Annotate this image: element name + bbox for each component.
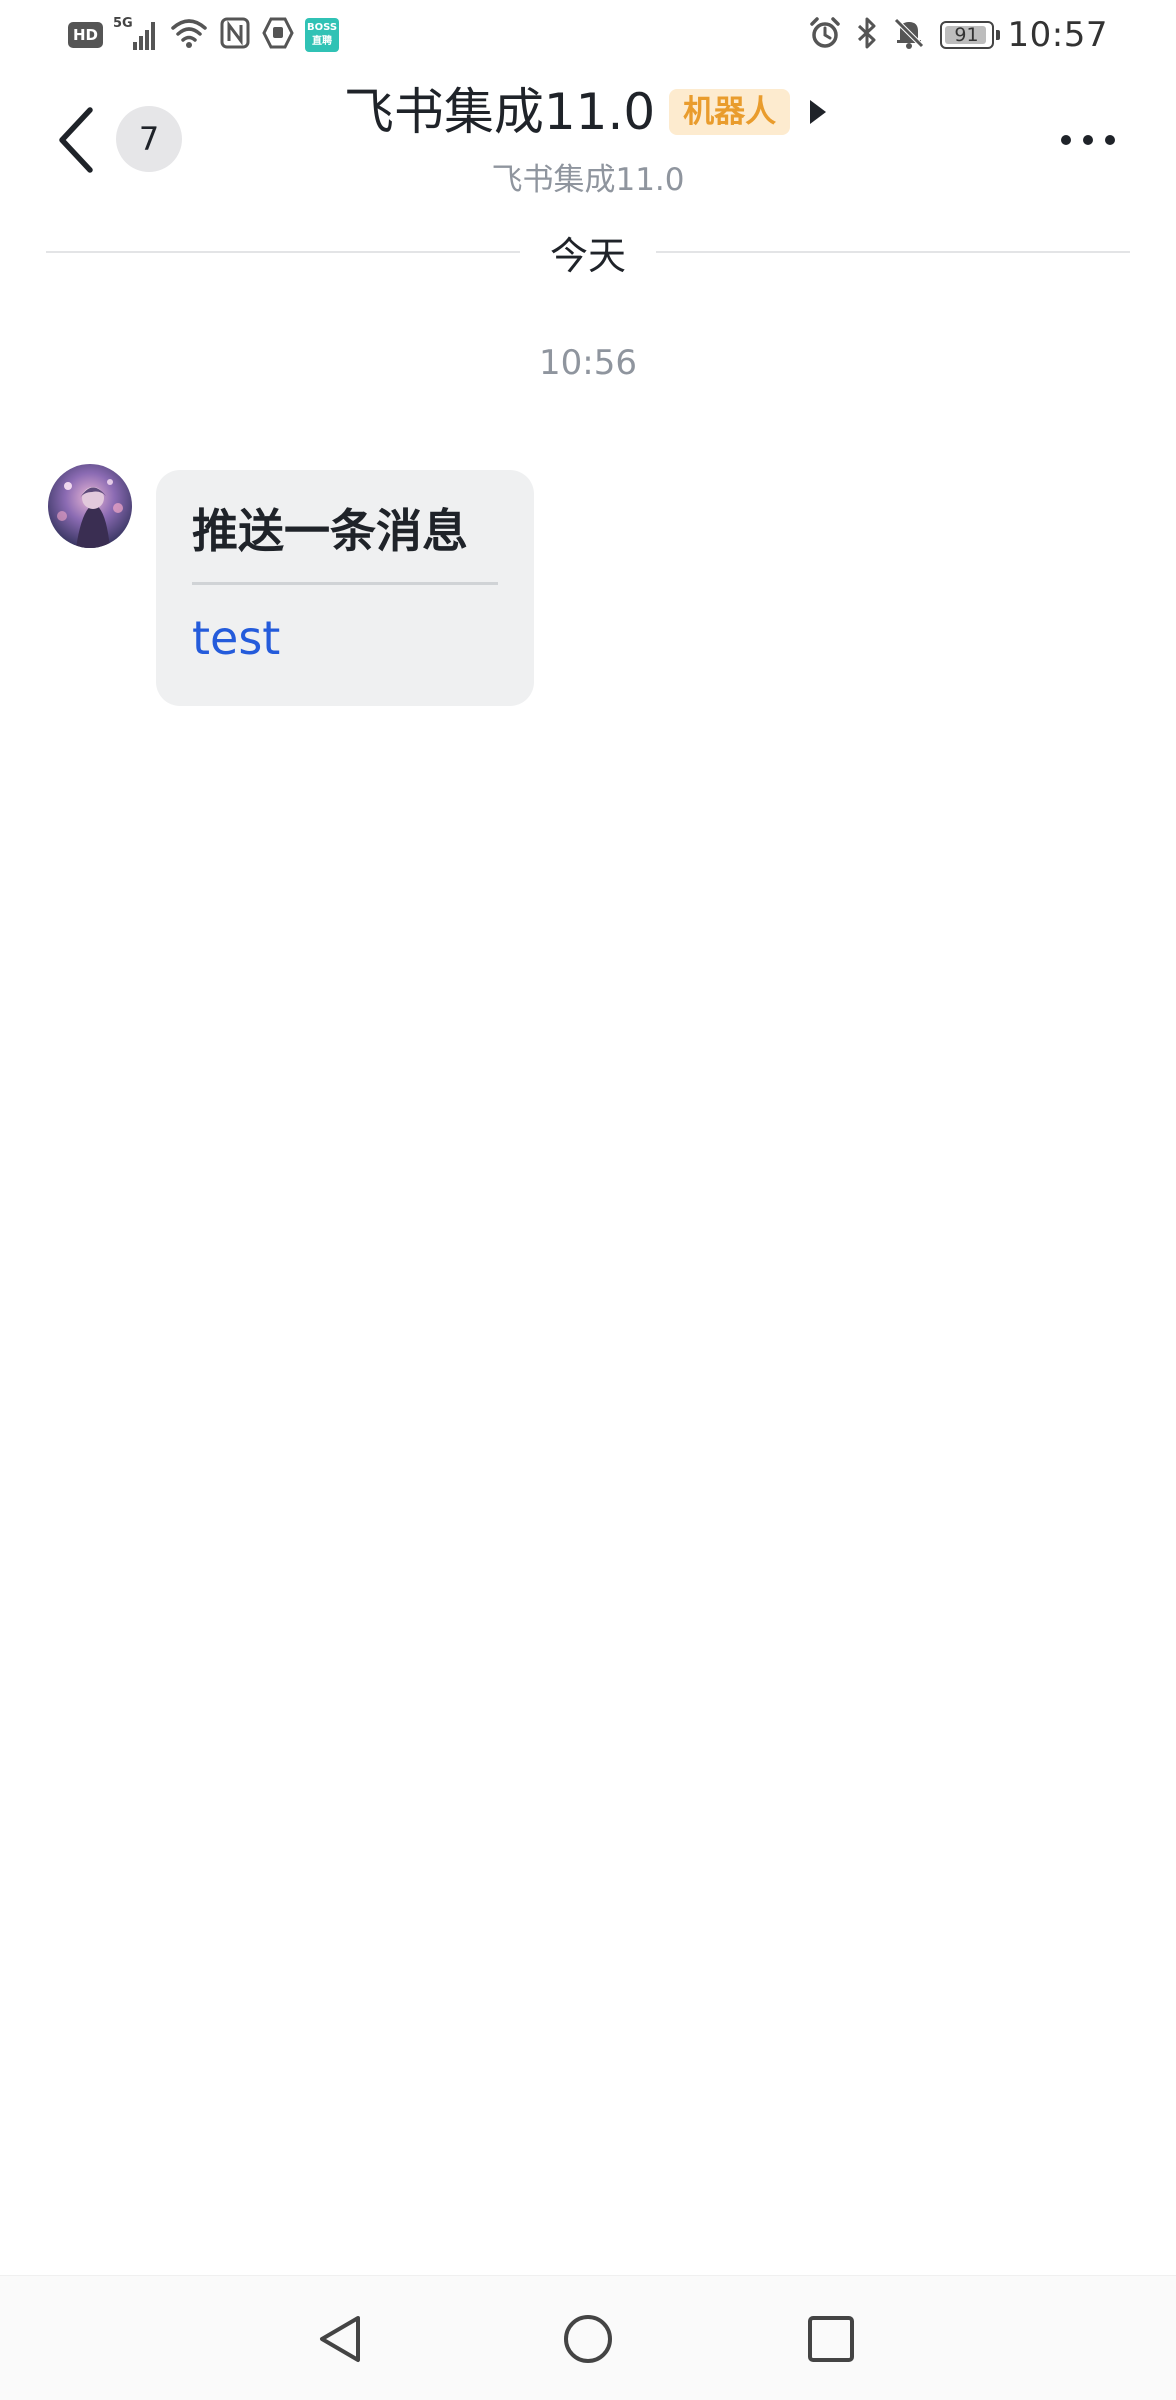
bot-tag: 机器人: [669, 89, 791, 135]
caret-right-icon: [810, 100, 827, 124]
status-bar: HD 5G BOSS 直聘 91 10:57: [0, 0, 1176, 72]
more-button[interactable]: [1056, 122, 1120, 158]
chat-title: 飞书集成11.0: [343, 83, 656, 141]
system-recents-button[interactable]: [796, 2304, 866, 2374]
hd-icon: HD: [68, 22, 104, 48]
avatar-image: [48, 464, 132, 548]
chat-header: 7 飞书集成11.0 机器人 飞书集成11.0: [0, 72, 1176, 212]
chat-subtitle: 飞书集成11.0: [491, 162, 685, 198]
message-card-body: test: [192, 611, 281, 665]
message-timestamp: 10:56: [539, 343, 637, 383]
network-type-label: 5G: [113, 16, 133, 31]
system-back-button[interactable]: [306, 2304, 376, 2374]
status-icons-left: HD 5G BOSS 直聘: [68, 16, 340, 54]
mute-bell-icon: [892, 16, 926, 54]
cellular-signal-icon: 5G: [113, 16, 159, 52]
shield-hand-icon: [261, 16, 295, 54]
alarm-icon: [808, 16, 842, 54]
triangle-back-icon: [320, 2316, 360, 2362]
square-recents-icon: [808, 2316, 854, 2362]
status-time: 10:57: [1007, 15, 1108, 55]
message-card[interactable]: 推送一条消息 test: [156, 470, 534, 706]
circle-home-icon: [564, 2315, 612, 2363]
sender-avatar[interactable]: [48, 464, 132, 548]
nfc-icon: [219, 16, 251, 54]
status-icons-right: 91 10:57: [808, 14, 1108, 56]
boss-app-sublabel: 直聘: [312, 36, 333, 47]
message-card-divider: [192, 582, 498, 585]
bluetooth-icon: [856, 16, 878, 54]
date-divider: 今天: [46, 222, 1131, 282]
battery-icon: 91: [939, 21, 1000, 49]
boss-app-icon: BOSS 直聘: [305, 18, 340, 52]
more-dots-icon: [1061, 135, 1115, 145]
date-divider-label: 今天: [550, 233, 627, 278]
divider-line-right: [656, 251, 1131, 253]
wifi-icon: [169, 16, 209, 54]
message-card-title: 推送一条消息: [192, 504, 468, 558]
chat-title-row[interactable]: 飞书集成11.0 机器人: [0, 80, 1176, 144]
boss-app-label: BOSS: [306, 22, 338, 33]
system-navigation-bar: [0, 2275, 1176, 2400]
divider-line-left: [46, 251, 520, 253]
battery-level: 91: [954, 24, 979, 46]
system-home-button[interactable]: [553, 2304, 623, 2374]
